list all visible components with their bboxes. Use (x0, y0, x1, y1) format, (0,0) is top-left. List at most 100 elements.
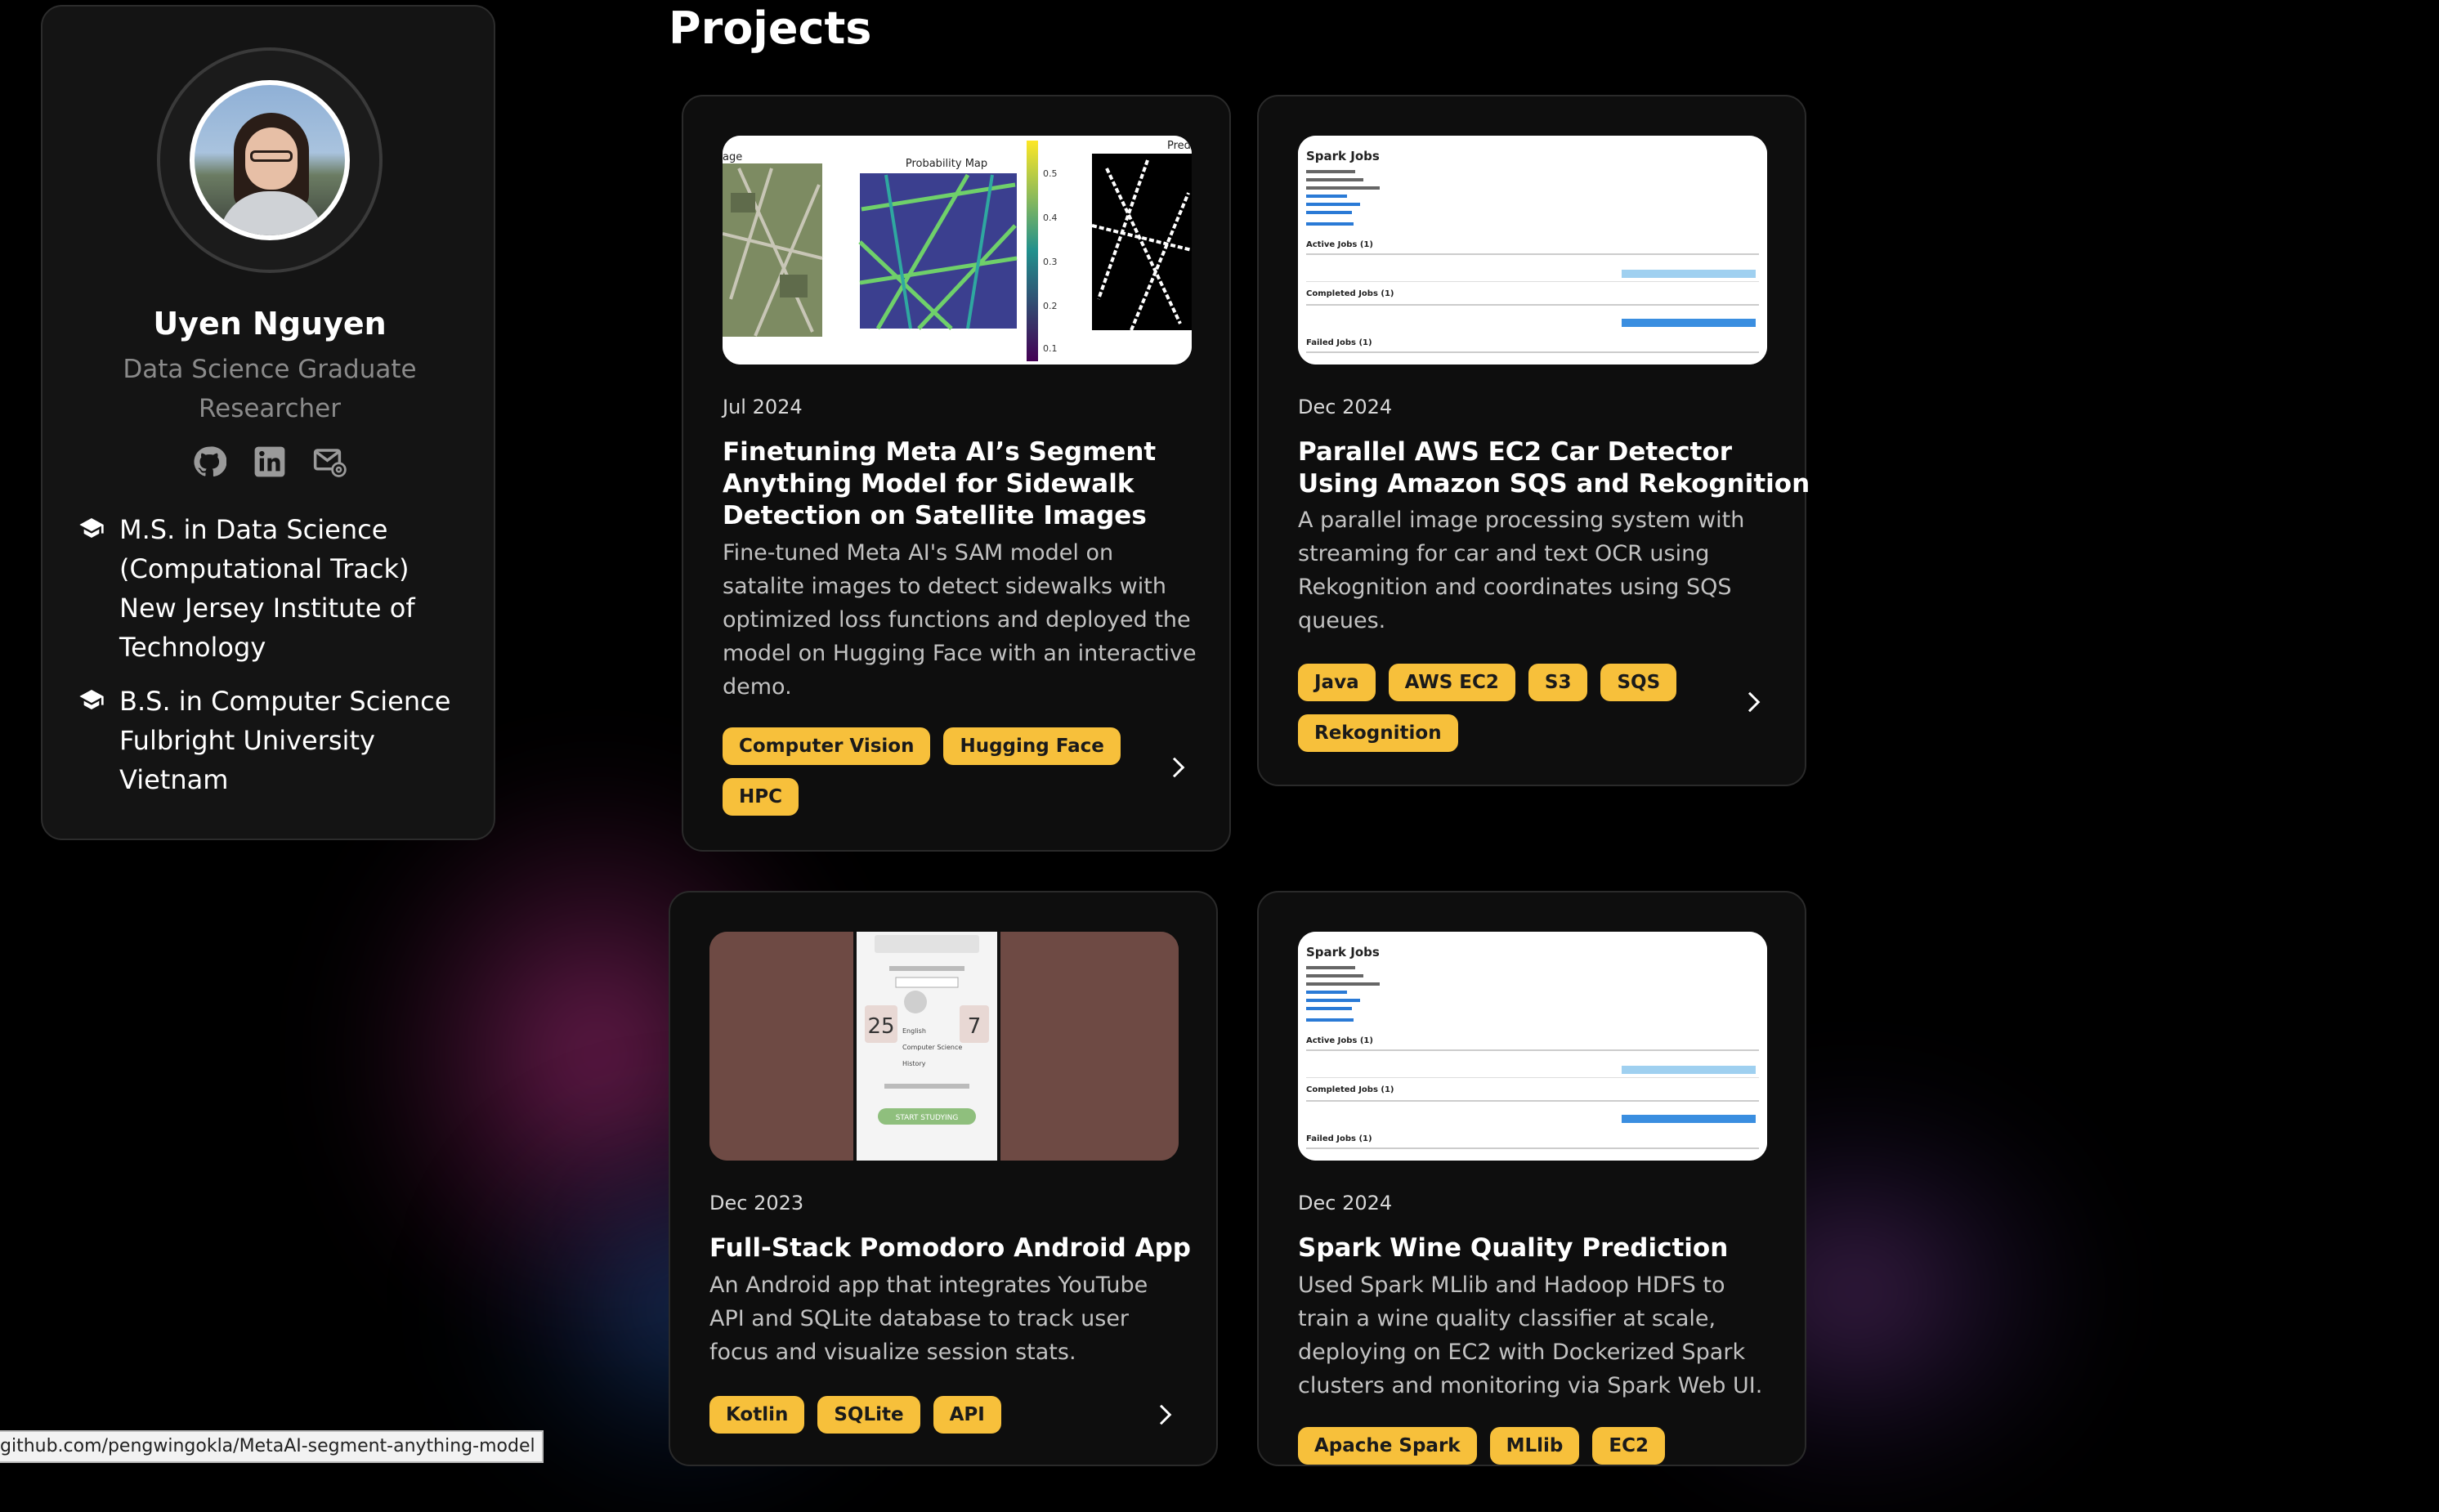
project-tags: Computer Vision Hugging Face HPC (723, 727, 1164, 816)
tag: Kotlin (709, 1396, 805, 1434)
project-title: Spark Wine Quality Prediction (1298, 1232, 1780, 1264)
thumb-number: 7 (968, 1014, 982, 1039)
project-desc-line: optimized loss functions and deployed th… (723, 607, 1191, 633)
project-desc-line: streaming for car and text OCR using (1298, 541, 1710, 566)
project-title-line: Full-Stack Pomodoro Android App (709, 1233, 1191, 1263)
thumb-label: age (723, 151, 742, 163)
tag: Apache Spark (1298, 1427, 1477, 1465)
thumb-item: History (902, 1060, 926, 1067)
colorbar-tick: 0.1 (1043, 343, 1058, 354)
education-line: B.S. in Computer Science (119, 686, 451, 717)
thumb-label: Probability Map (906, 158, 987, 170)
chevron-right-icon[interactable] (1152, 1402, 1177, 1427)
project-desc-line: train a wine quality classifier at scale… (1298, 1306, 1716, 1331)
avatar (190, 80, 350, 240)
project-desc-line: Fine-tuned Meta AI's SAM model on (723, 540, 1114, 566)
tag: SQS (1600, 664, 1677, 701)
thumb-button: START STUDYING (896, 1114, 959, 1122)
tag: MLlib (1489, 1427, 1580, 1465)
project-title-line: Parallel AWS EC2 Car Detector (1298, 437, 1733, 467)
tag: Java (1298, 664, 1376, 701)
project-title: Parallel AWS EC2 Car Detector Using Amaz… (1298, 436, 1810, 500)
project-title: Full-Stack Pomodoro Android App (709, 1232, 1192, 1264)
education-line: M.S. in Data Science (119, 514, 388, 545)
thumb-heading: Spark Jobs (1306, 149, 1380, 163)
education-item: M.S. in Data Science (Computational Trac… (78, 510, 487, 667)
project-card[interactable]: age Probability Map 0.5 0.4 0.3 0.2 0.1 … (682, 95, 1231, 852)
tag: EC2 (1592, 1427, 1665, 1465)
project-description: Used Spark MLlib and Hadoop HDFS to trai… (1298, 1268, 1780, 1402)
project-desc-line: satalite images to detect sidewalks with (723, 574, 1166, 599)
thumb-label: Pred (1167, 140, 1191, 152)
project-desc-line: A parallel image processing system with (1298, 508, 1745, 533)
project-desc-line: deploying on EC2 with Dockerized Spark (1298, 1340, 1746, 1365)
project-tags: Kotlin SQLite API (709, 1396, 1151, 1434)
project-date: Jul 2024 (723, 396, 803, 418)
project-desc-line: focus and visualize session stats. (709, 1340, 1076, 1365)
tag: HPC (723, 778, 799, 816)
graduation-cap-icon (78, 682, 119, 799)
education-line: Fulbright University (119, 725, 375, 756)
project-title-line: Detection on Satellite Images (723, 501, 1147, 530)
thumb-number: 25 (867, 1014, 894, 1039)
tag: Rekognition (1298, 714, 1458, 752)
profile-card: Uyen Nguyen Data Science Graduate Resear… (41, 5, 495, 840)
github-icon[interactable] (192, 445, 227, 479)
education-list: M.S. in Data Science (Computational Trac… (78, 510, 487, 814)
thumb-section: Completed Jobs (1) (1306, 289, 1394, 298)
education-line: New Jersey Institute of (119, 593, 415, 624)
colorbar-tick: 0.3 (1043, 257, 1058, 267)
project-card[interactable]: Spark Jobs Active Jobs (1) Completed Job… (1257, 95, 1810, 786)
colorbar-tick: 0.4 (1043, 212, 1058, 223)
thumb-heading: Spark Jobs (1306, 945, 1380, 960)
project-thumbnail: Spark Jobs Active Jobs (1) Completed Job… (1298, 932, 1767, 1161)
graduation-cap-icon (78, 510, 119, 667)
project-date: Dec 2023 (709, 1192, 804, 1215)
tag: S3 (1528, 664, 1588, 701)
education-line: (Computational Track) (119, 553, 409, 584)
profile-name: Uyen Nguyen (153, 306, 387, 342)
project-tags: Java AWS EC2 S3 SQS Rekognition (1298, 664, 1739, 752)
tag: Hugging Face (943, 727, 1121, 765)
project-desc-line: model on Hugging Face with an interactiv… (723, 641, 1197, 666)
thumb-item: English (902, 1027, 926, 1035)
thumb-section: Active Jobs (1) (1306, 1036, 1373, 1045)
project-desc-line: queues. (1298, 608, 1386, 633)
project-tags: Apache Spark MLlib EC2 (1298, 1427, 1739, 1465)
chevron-right-icon[interactable] (1166, 755, 1190, 780)
project-description: A parallel image processing system with … (1298, 503, 1780, 637)
project-desc-line: API and SQLite database to track user (709, 1306, 1130, 1331)
project-thumbnail: age Probability Map 0.5 0.4 0.3 0.2 0.1 … (723, 136, 1192, 365)
project-title-line: Spark Wine Quality Prediction (1298, 1233, 1729, 1263)
education-line: Technology (119, 632, 266, 663)
project-description: Fine-tuned Meta AI's SAM model on satali… (723, 536, 1205, 704)
tag: API (933, 1396, 1001, 1434)
avatar-ring (157, 47, 383, 273)
social-links (43, 445, 497, 479)
project-thumbnail: 25 7 English Computer Science History ST… (709, 932, 1179, 1161)
project-title: Finetuning Meta AI’s Segment Anything Mo… (723, 436, 1205, 532)
project-card[interactable]: Spark Jobs Active Jobs (1) Completed Job… (1257, 891, 1806, 1466)
colorbar-tick: 0.2 (1043, 301, 1058, 311)
project-desc-line: clusters and monitoring via Spark Web UI… (1298, 1373, 1763, 1398)
section-title: Projects (669, 2, 872, 54)
status-bar-url: github.com/pengwingokla/MetaAI-segment-a… (0, 1430, 544, 1463)
thumb-section: Failed Jobs (1) (1306, 338, 1372, 347)
project-title-line: Anything Model for Sidewalk (723, 469, 1134, 499)
education-line: Vietnam (119, 764, 229, 795)
project-desc-line: An Android app that integrates YouTube (709, 1273, 1148, 1298)
education-item: B.S. in Computer Science Fulbright Unive… (78, 682, 487, 799)
thumb-item: Computer Science (902, 1044, 962, 1051)
project-description: An Android app that integrates YouTube A… (709, 1268, 1192, 1369)
chevron-right-icon[interactable] (1741, 690, 1765, 714)
project-date: Dec 2024 (1298, 396, 1393, 418)
project-desc-line: Rekognition and coordinates using SQS (1298, 575, 1732, 600)
tag: Computer Vision (723, 727, 931, 765)
email-icon[interactable] (313, 445, 347, 479)
linkedin-icon[interactable] (253, 445, 287, 479)
profile-title: Data Science Graduate Researcher (123, 355, 417, 423)
project-card[interactable]: 25 7 English Computer Science History ST… (669, 891, 1218, 1466)
colorbar-tick: 0.5 (1043, 168, 1058, 179)
thumb-section: Active Jobs (1) (1306, 240, 1373, 249)
tag: SQLite (817, 1396, 920, 1434)
